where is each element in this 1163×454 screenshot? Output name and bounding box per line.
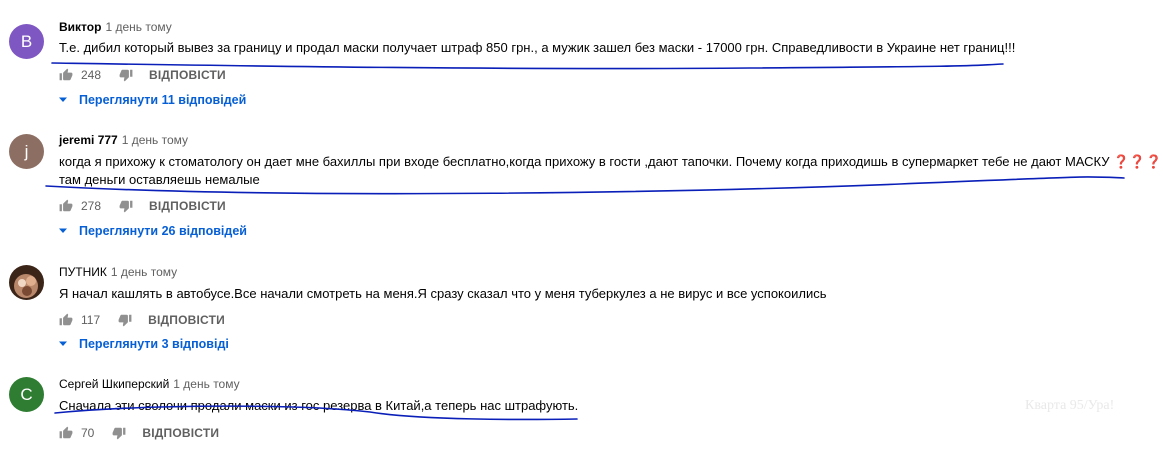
- reply-button[interactable]: ВІДПОВІСТИ: [149, 68, 226, 82]
- comment-time[interactable]: 1 день тому: [173, 377, 239, 391]
- comment-actions: 248 ВІДПОВІСТИ: [59, 66, 226, 84]
- author-name[interactable]: Сергей Шкиперский: [59, 377, 169, 391]
- comment-text: Т.е. дибил который вывез за границу и пр…: [59, 40, 1016, 55]
- author-name[interactable]: Виктор: [59, 20, 101, 34]
- thumbs-up-icon[interactable]: [59, 68, 73, 82]
- like-count: 70: [81, 426, 95, 440]
- reply-button[interactable]: ВІДПОВІСТИ: [149, 199, 226, 213]
- comment-text-line: когда я прихожу к стоматологу он дает мн…: [59, 154, 1162, 169]
- like-count: 117: [81, 313, 101, 327]
- comment-text-line: там деньги оставляешь немалые: [59, 172, 260, 187]
- thumbs-down-icon[interactable]: [112, 426, 126, 440]
- avatar[interactable]: В: [9, 24, 44, 59]
- avatar[interactable]: [9, 265, 44, 300]
- thumbs-down-icon[interactable]: [119, 199, 133, 213]
- watermark: Кварта 95/Ура!: [1025, 398, 1115, 413]
- view-replies-button[interactable]: Переглянути 11 відповідей: [58, 93, 246, 107]
- comment-time[interactable]: 1 день тому: [111, 265, 177, 279]
- author-name[interactable]: ПУТНИК: [59, 265, 107, 279]
- thumbs-down-icon[interactable]: [118, 313, 132, 327]
- like-count: 278: [81, 199, 102, 213]
- avatar[interactable]: С: [9, 377, 44, 412]
- avatar[interactable]: j: [9, 134, 44, 169]
- comment-text: Сначала эти сволочи продали маски из гос…: [59, 398, 579, 413]
- reply-button[interactable]: ВІДПОВІСТИ: [148, 313, 225, 327]
- comment-time[interactable]: 1 день тому: [122, 133, 188, 147]
- comment-header: ПУТНИК 1 день тому: [59, 265, 177, 279]
- avatar-photo-icon: [9, 265, 44, 300]
- comment-time[interactable]: 1 день тому: [105, 20, 171, 34]
- comment-text: когда я прихожу к стоматологу он дает мн…: [59, 153, 1162, 189]
- comment-actions: 117 ВІДПОВІСТИ: [59, 311, 225, 329]
- view-replies-button[interactable]: Переглянути 3 відповіді: [58, 337, 229, 351]
- chevron-down-icon: [59, 228, 67, 233]
- chevron-down-icon: [59, 341, 67, 346]
- view-replies-button[interactable]: Переглянути 26 відповідей: [58, 224, 247, 238]
- comment-actions: 70 ВІДПОВІСТИ: [59, 424, 219, 442]
- author-name[interactable]: jeremi 777: [59, 133, 118, 147]
- thumbs-up-icon[interactable]: [59, 313, 73, 327]
- comment-header: Сергей Шкиперский 1 день тому: [59, 377, 240, 391]
- thumbs-down-icon[interactable]: [119, 68, 133, 82]
- thumbs-up-icon[interactable]: [59, 199, 73, 213]
- comment-actions: 278 ВІДПОВІСТИ: [59, 197, 226, 215]
- comment-header: Виктор 1 день тому: [59, 20, 172, 34]
- chevron-down-icon: [59, 97, 67, 102]
- reply-button[interactable]: ВІДПОВІСТИ: [142, 426, 219, 440]
- like-count: 248: [81, 68, 102, 82]
- comment-header: jeremi 777 1 день тому: [59, 133, 188, 147]
- thumbs-up-icon[interactable]: [59, 426, 73, 440]
- comment-text: Я начал кашлять в автобусе.Все начали см…: [59, 286, 827, 301]
